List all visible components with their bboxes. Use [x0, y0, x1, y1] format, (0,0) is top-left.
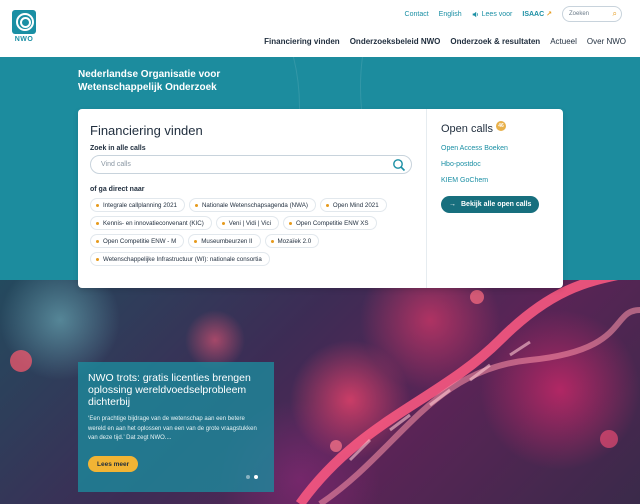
- read-more-button[interactable]: Lees meer: [88, 456, 139, 472]
- contact-link[interactable]: Contact: [405, 11, 429, 18]
- bullet-icon: [325, 203, 329, 207]
- direct-links-label: of ga direct naar: [90, 186, 145, 193]
- open-call-link[interactable]: Hbo-postdoc: [441, 161, 549, 168]
- bullet-icon: [96, 203, 99, 207]
- open-call-link[interactable]: Open Access Boeken: [441, 145, 549, 152]
- bullet-icon: [96, 221, 99, 225]
- nav-onderzoek-resultaten[interactable]: Onderzoek & resultaten: [450, 37, 540, 46]
- quick-links: Integrale callplanning 2021 Nationale We…: [90, 198, 420, 266]
- carousel-dots: [246, 475, 258, 479]
- logo-text: NWO: [14, 36, 34, 43]
- listen-label: Lees voor: [481, 10, 513, 18]
- bullet-icon: [270, 239, 274, 243]
- tag-label: Integrale callplanning 2021: [103, 201, 177, 209]
- tag-label: Open Mind 2021: [332, 201, 379, 209]
- financing-section: Financiering vinden Zoek in alle calls V…: [78, 109, 426, 288]
- open-calls-title: Open calls: [441, 123, 493, 135]
- hero-title: Nederlandse Organisatie voor Wetenschapp…: [78, 69, 221, 93]
- tag-label: Mozaïek 2.0: [277, 237, 312, 245]
- header-search-placeholder: Zoeken: [569, 11, 590, 17]
- quick-link-tag[interactable]: Nationale Wetenschapsagenda (NWA): [188, 198, 316, 212]
- quick-link-tag[interactable]: Wetenschappelijke Infrastructuur (WI): n…: [90, 252, 270, 266]
- quick-link-tag[interactable]: Kennis- en innovatieconvenant (KIC): [90, 216, 212, 230]
- news-text: ‘Een prachtige bijdrage van de wetenscha…: [88, 416, 257, 441]
- speaker-icon: [472, 11, 478, 17]
- isaac-label: ISAAC: [522, 11, 545, 18]
- listen-button[interactable]: Lees voor: [472, 10, 513, 18]
- bullet-icon: [221, 221, 225, 225]
- external-link-icon: ↗: [546, 11, 552, 18]
- bullet-icon: [288, 221, 292, 225]
- bullet-icon: [194, 203, 198, 207]
- bullet-icon: [194, 239, 198, 243]
- search-calls-input[interactable]: Vind calls: [90, 155, 412, 174]
- search-calls-placeholder: Vind calls: [101, 161, 131, 168]
- nav-actueel[interactable]: Actueel: [550, 37, 577, 46]
- tag-label: Kennis- en innovatieconvenant (KIC): [103, 219, 204, 227]
- view-all-label: Bekijk alle open calls: [461, 201, 532, 208]
- quick-link-tag[interactable]: Integrale callplanning 2021: [90, 198, 185, 212]
- quick-link-tag[interactable]: Open Competitie ENW - M: [90, 234, 185, 248]
- open-calls-section: Open calls 46 Open Access Boeken Hbo-pos…: [427, 109, 563, 288]
- dna-helix-graphic: [295, 280, 640, 504]
- quick-link-tag[interactable]: Open Mind 2021: [319, 198, 387, 212]
- tag-label: Wetenschappelijke Infrastructuur (WI): n…: [103, 255, 262, 263]
- quick-link-tag[interactable]: Mozaïek 2.0: [264, 234, 320, 248]
- tag-label: Nationale Wetenschapsagenda (NWA): [201, 201, 308, 209]
- quick-link-tag[interactable]: Museumbeurzen II: [188, 234, 261, 248]
- isaac-link[interactable]: ISAAC ↗: [522, 10, 552, 18]
- tag-label: Veni | Vidi | Vici: [228, 219, 271, 227]
- quick-link-tag[interactable]: Veni | Vidi | Vici: [215, 216, 279, 230]
- tag-label: Open Competitie ENW XS: [295, 219, 369, 227]
- carousel-dot[interactable]: [246, 475, 250, 479]
- bullet-icon: [96, 239, 99, 243]
- financing-card: Financiering vinden Zoek in alle calls V…: [78, 109, 563, 288]
- search-icon[interactable]: [392, 158, 406, 172]
- tag-label: Museumbeurzen II: [201, 237, 253, 245]
- utility-nav: Contact English Lees voor ISAAC ↗ Zoeken…: [405, 6, 622, 22]
- language-link[interactable]: English: [439, 11, 462, 18]
- nwo-logo[interactable]: NWO: [12, 10, 36, 48]
- financing-heading: Financiering vinden: [90, 123, 203, 138]
- site-header: NWO Contact English Lees voor ISAAC ↗ Zo…: [0, 0, 640, 57]
- main-nav: Financiering vinden Onderzoeksbeleid NWO…: [264, 37, 626, 46]
- nav-financiering[interactable]: Financiering vinden: [264, 37, 340, 46]
- bullet-icon: [96, 257, 99, 261]
- open-calls-heading: Open calls 46: [441, 121, 549, 135]
- open-call-link[interactable]: KIEM GoChem: [441, 177, 549, 184]
- header-search-input[interactable]: Zoeken ⌕: [562, 6, 622, 22]
- nav-onderzoeksbeleid[interactable]: Onderzoeksbeleid NWO: [350, 37, 441, 46]
- nwo-logo-mark-icon: [12, 10, 36, 34]
- open-calls-count-badge: 46: [495, 121, 506, 131]
- carousel-dot-active[interactable]: [254, 475, 258, 479]
- news-title[interactable]: NWO trots: gratis licenties brengen oplo…: [88, 372, 264, 408]
- view-all-open-calls-button[interactable]: → Bekijk alle open calls: [441, 196, 540, 213]
- nav-over-nwo[interactable]: Over NWO: [587, 37, 626, 46]
- bokeh-dot: [10, 350, 32, 372]
- search-icon[interactable]: ⌕: [613, 9, 617, 19]
- tag-label: Open Competitie ENW - M: [103, 237, 177, 245]
- news-card: NWO trots: gratis licenties brengen oplo…: [78, 362, 274, 492]
- quick-link-tag[interactable]: Open Competitie ENW XS: [282, 216, 377, 230]
- search-calls-label: Zoek in alle calls: [90, 145, 146, 152]
- arrow-right-icon: →: [449, 201, 456, 208]
